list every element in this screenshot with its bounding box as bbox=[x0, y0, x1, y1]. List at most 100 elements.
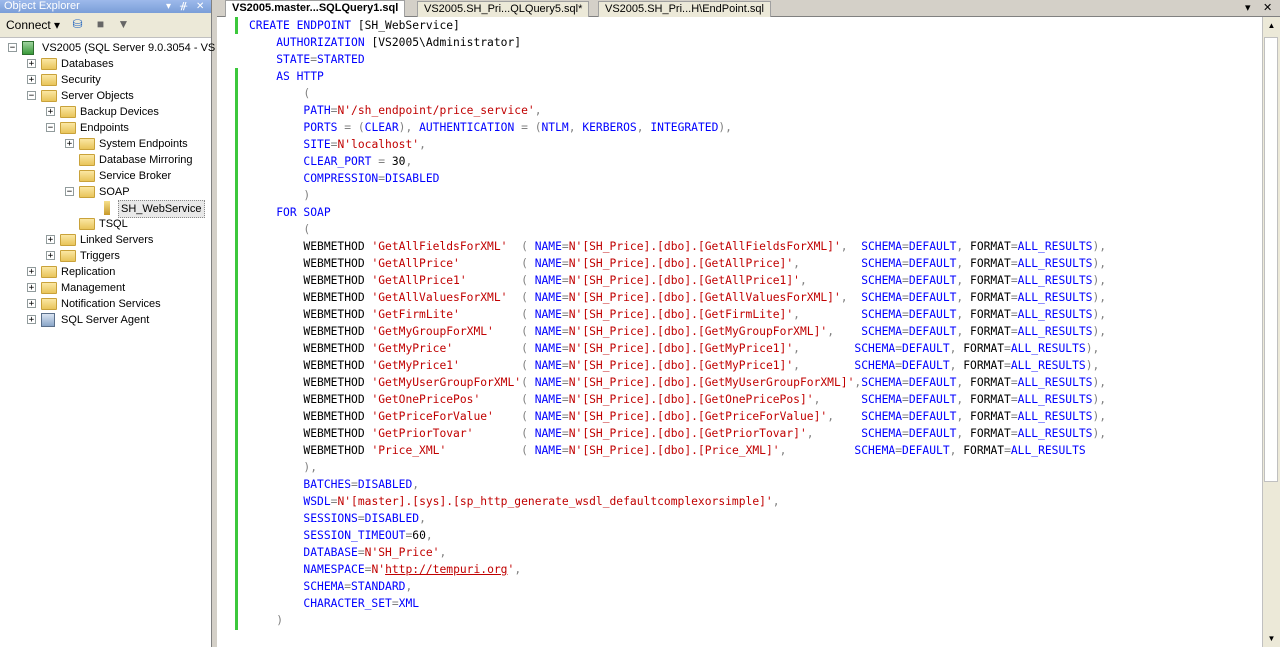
code-line[interactable]: SCHEMA=STANDARD, bbox=[249, 578, 412, 595]
code-line[interactable]: WEBMETHOD 'GetAllValuesForXML' ( NAME=N'… bbox=[249, 289, 1106, 306]
close-icon[interactable]: ✕ bbox=[196, 0, 204, 13]
code-token: = bbox=[1010, 240, 1018, 253]
code-line[interactable]: CLEAR_PORT = 30, bbox=[249, 153, 412, 170]
code-line[interactable]: WEBMETHOD 'GetMyGroupForXML' ( NAME=N'[S… bbox=[249, 323, 1106, 340]
code-line[interactable]: ) bbox=[249, 612, 283, 629]
code-line[interactable]: NAMESPACE=N'http://tempuri.org', bbox=[249, 561, 521, 578]
collapse-icon[interactable]: − bbox=[46, 123, 55, 133]
code-token: , bbox=[840, 291, 862, 304]
scroll-down-arrow-icon[interactable]: ▼ bbox=[1263, 630, 1280, 647]
expand-icon[interactable]: + bbox=[46, 251, 55, 261]
code-line[interactable]: WEBMETHOD 'Price_XML' ( NAME=N'[SH_Price… bbox=[249, 442, 1085, 459]
code-line[interactable]: ) bbox=[249, 187, 310, 204]
code-line[interactable]: WEBMETHOD 'GetMyUserGroupForXML'( NAME=N… bbox=[249, 374, 1106, 391]
tab-sqlquery1[interactable]: VS2005.master...SQLQuery1.sql bbox=[225, 0, 406, 17]
connect-object-icon[interactable]: ⛁ bbox=[70, 17, 85, 32]
code-line[interactable]: CREATE ENDPOINT [SH_WebService] bbox=[249, 17, 460, 34]
code-area[interactable]: CREATE ENDPOINT [SH_WebService] AUTHORIZ… bbox=[249, 17, 1263, 647]
tree-node-label[interactable]: TSQL bbox=[99, 216, 128, 232]
close-document-icon[interactable]: ✕ bbox=[1263, 1, 1272, 14]
tree-node-label[interactable]: System Endpoints bbox=[99, 136, 188, 152]
tree-node-label[interactable]: Endpoints bbox=[80, 120, 129, 136]
tree-node-label[interactable]: Notification Services bbox=[61, 296, 161, 312]
code-line[interactable]: SITE=N'localhost', bbox=[249, 136, 425, 153]
collapse-icon[interactable]: − bbox=[65, 187, 74, 197]
code-line[interactable]: ), bbox=[249, 459, 317, 476]
tree-node-label[interactable]: Backup Devices bbox=[80, 104, 159, 120]
tree-node-label[interactable]: SOAP bbox=[99, 184, 130, 200]
tab-list-dropdown-icon[interactable]: ▾ bbox=[1245, 1, 1251, 14]
collapse-icon[interactable]: − bbox=[8, 43, 17, 53]
code-line[interactable]: WEBMETHOD 'GetMyPrice' ( NAME=N'[SH_Pric… bbox=[249, 340, 1099, 357]
tree-node-label[interactable]: Replication bbox=[61, 264, 115, 280]
code-line[interactable]: WEBMETHOD 'GetAllPrice' ( NAME=N'[SH_Pri… bbox=[249, 255, 1106, 272]
expand-icon[interactable]: + bbox=[27, 299, 36, 309]
tree-node-label[interactable]: Database Mirroring bbox=[99, 152, 193, 168]
tab-sqlquery5[interactable]: VS2005.SH_Pri...QLQuery5.sql* bbox=[417, 1, 590, 17]
code-line[interactable]: AUTHORIZATION [VS2005\Administrator] bbox=[249, 34, 521, 51]
tree-node-label[interactable]: Security bbox=[61, 72, 101, 88]
code-line[interactable]: WSDL=N'[master].[sys].[sp_http_generate_… bbox=[249, 493, 779, 510]
scroll-up-arrow-icon[interactable]: ▲ bbox=[1263, 17, 1280, 34]
code-token: = bbox=[561, 240, 569, 253]
code-line[interactable]: CHARACTER_SET=XML bbox=[249, 595, 419, 612]
expand-icon[interactable]: + bbox=[46, 235, 55, 245]
code-token[interactable]: http://tempuri.org bbox=[385, 563, 507, 576]
code-line[interactable]: ( bbox=[249, 85, 310, 102]
expand-icon[interactable]: + bbox=[27, 75, 36, 85]
code-line[interactable]: ( bbox=[249, 221, 310, 238]
scrollbar-thumb[interactable] bbox=[1264, 37, 1278, 482]
code-line[interactable]: PORTS = (CLEAR), AUTHENTICATION = (NTLM,… bbox=[249, 119, 732, 136]
code-token: N'[SH_Price].[dbo].[GetFirmLite]' bbox=[568, 308, 794, 321]
code-line[interactable]: AS HTTP bbox=[249, 68, 324, 85]
code-token: ALL_RESULTS bbox=[1017, 257, 1093, 270]
code-line[interactable]: WEBMETHOD 'GetFirmLite' ( NAME=N'[SH_Pri… bbox=[249, 306, 1106, 323]
code-line[interactable]: PATH=N'/sh_endpoint/price_service', bbox=[249, 102, 541, 119]
pin-icon[interactable]: ᚌ bbox=[180, 0, 187, 13]
expand-icon[interactable]: + bbox=[27, 267, 36, 277]
code-token: , bbox=[568, 121, 583, 134]
code-token: FOR SOAP bbox=[276, 206, 331, 219]
change-indicator bbox=[235, 68, 238, 630]
vertical-scrollbar[interactable]: ▲ ▼ bbox=[1262, 17, 1280, 647]
tree-node-label[interactable]: Triggers bbox=[80, 248, 120, 264]
expand-icon[interactable]: + bbox=[27, 283, 36, 293]
code-token: ), bbox=[1092, 427, 1107, 440]
collapse-icon[interactable]: − bbox=[27, 91, 36, 101]
tree-node-label[interactable]: Service Broker bbox=[99, 168, 171, 184]
code-line[interactable]: STATE=STARTED bbox=[249, 51, 364, 68]
code-line[interactable]: FOR SOAP bbox=[249, 204, 331, 221]
code-line[interactable]: WEBMETHOD 'GetMyPrice1' ( NAME=N'[SH_Pri… bbox=[249, 357, 1099, 374]
tree-node-label[interactable]: Management bbox=[61, 280, 125, 296]
tree-node-label[interactable]: SQL Server Agent bbox=[61, 312, 149, 328]
code-line[interactable]: WEBMETHOD 'GetAllPrice1' ( NAME=N'[SH_Pr… bbox=[249, 272, 1106, 289]
code-line[interactable]: WEBMETHOD 'GetAllFieldsForXML' ( NAME=N'… bbox=[249, 238, 1106, 255]
tree-node-label[interactable]: Linked Servers bbox=[80, 232, 153, 248]
expand-icon[interactable]: + bbox=[46, 107, 55, 117]
tree-node-label[interactable]: Databases bbox=[61, 56, 114, 72]
code-line[interactable]: WEBMETHOD 'GetPriceForValue' ( NAME=N'[S… bbox=[249, 408, 1106, 425]
connect-button[interactable]: Connect ▾ bbox=[6, 18, 60, 32]
expand-icon[interactable]: + bbox=[27, 315, 36, 325]
code-line[interactable]: SESSION_TIMEOUT=60, bbox=[249, 527, 432, 544]
code-line[interactable]: COMPRESSION=DISABLED bbox=[249, 170, 439, 187]
code-token: , bbox=[514, 563, 522, 576]
code-token: CREATE ENDPOINT bbox=[249, 19, 358, 32]
tree-node-label[interactable]: SH_WebService bbox=[118, 200, 205, 218]
code-line[interactable]: WEBMETHOD 'GetPriorTovar' ( NAME=N'[SH_P… bbox=[249, 425, 1106, 442]
tree-node-label[interactable]: Server Objects bbox=[61, 88, 134, 104]
tab-endpoint[interactable]: VS2005.SH_Pri...H\EndPoint.sql bbox=[598, 1, 771, 17]
expand-icon[interactable]: + bbox=[27, 59, 36, 69]
dropdown-icon[interactable]: ▾ bbox=[166, 0, 171, 13]
code-line[interactable]: BATCHES=DISABLED, bbox=[249, 476, 419, 493]
code-token: N'[SH_Price].[dbo].[GetAllPrice1]' bbox=[568, 274, 800, 287]
code-line[interactable]: DATABASE=N'SH_Price', bbox=[249, 544, 446, 561]
disconnect-icon[interactable]: ■ bbox=[93, 17, 108, 32]
code-line[interactable]: WEBMETHOD 'GetOnePricePos' ( NAME=N'[SH_… bbox=[249, 391, 1106, 408]
filter-icon[interactable]: ▼ bbox=[116, 17, 131, 32]
expand-icon[interactable]: + bbox=[65, 139, 74, 149]
code-line[interactable]: SESSIONS=DISABLED, bbox=[249, 510, 425, 527]
tree-node-label[interactable]: VS2005 (SQL Server 9.0.3054 - VS bbox=[42, 40, 215, 56]
